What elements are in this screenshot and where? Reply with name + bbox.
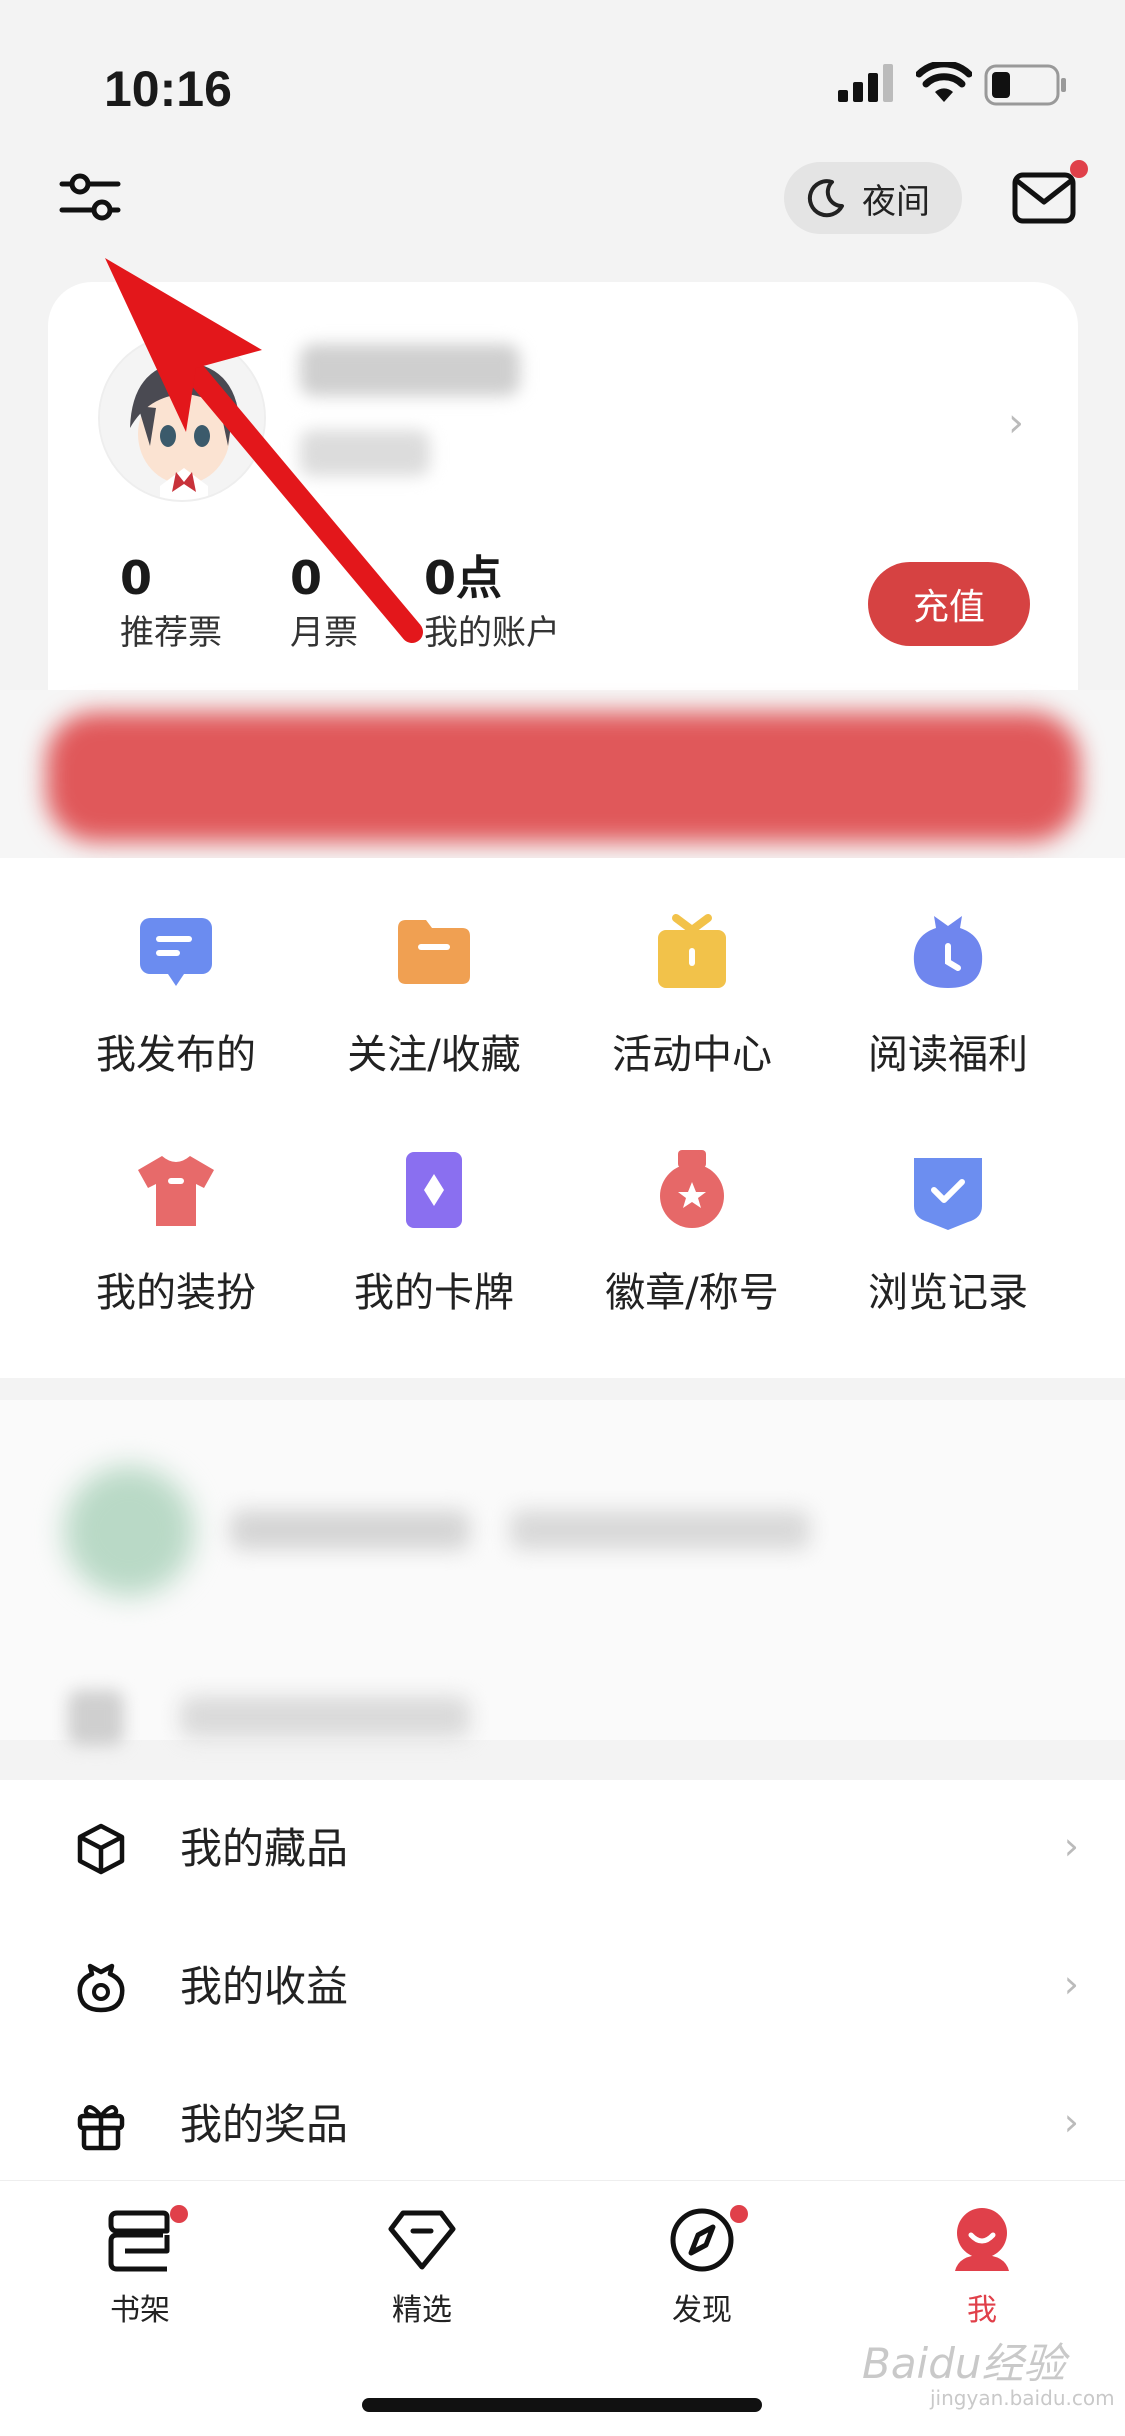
clock-bag-icon xyxy=(913,916,983,988)
coin-bag-icon xyxy=(77,1963,125,2013)
tab-label: 发现 xyxy=(672,2293,732,2328)
menu-list: 我的藏品 › 我的收益 › 我的奖品 › xyxy=(0,1780,1125,2200)
grid-item-badges-titles[interactable]: 徽章/称号 xyxy=(562,1148,822,1318)
gift-icon xyxy=(77,2105,125,2151)
grid-item-label: 我发布的 xyxy=(96,1032,256,1078)
avatar-image xyxy=(100,336,264,500)
medal-icon xyxy=(660,1150,724,1228)
profile-card[interactable]: › 0 推荐票 0 月票 0点 我的账户 充值 xyxy=(48,282,1078,692)
user-level-blurred xyxy=(300,430,430,476)
tab-label: 书架 xyxy=(110,2293,170,2328)
stat-my-account[interactable]: 0点 我的账户 xyxy=(424,550,560,660)
avatar[interactable] xyxy=(98,334,266,502)
tshirt-icon xyxy=(138,1156,214,1226)
grid-item-my-posts[interactable]: 我发布的 xyxy=(46,910,306,1080)
list-item-label: 我的藏品 xyxy=(180,1824,349,1873)
tab-me[interactable]: 我 xyxy=(902,2205,1062,2329)
cellular-signal-icon xyxy=(838,64,893,102)
grid-item-follow-favorites[interactable]: 关注/收藏 xyxy=(304,910,564,1080)
list-item-label: 我的奖品 xyxy=(180,2100,349,2149)
diamond-icon xyxy=(388,2210,456,2270)
grid-item-my-cards[interactable]: 我的卡牌 xyxy=(304,1148,564,1318)
profile-icon xyxy=(955,2208,1009,2271)
wifi-icon xyxy=(916,62,972,102)
stat-monthly-ticket[interactable]: 0 月票 xyxy=(290,550,358,660)
shield-check-icon xyxy=(914,1158,982,1230)
grid-item-label: 阅读福利 xyxy=(868,1032,1028,1078)
compass-icon xyxy=(670,2208,734,2272)
grid-item-label: 浏览记录 xyxy=(868,1270,1028,1316)
tab-featured[interactable]: 精选 xyxy=(342,2205,502,2329)
folder-icon xyxy=(398,920,470,984)
mail-badge xyxy=(1070,160,1088,178)
blurred-text xyxy=(510,1510,810,1550)
night-mode-button[interactable]: 夜间 xyxy=(784,162,962,234)
tab-badge xyxy=(170,2205,188,2223)
stat-label: 推荐票 xyxy=(120,613,222,653)
stat-label: 月票 xyxy=(290,613,358,653)
night-mode-label: 夜间 xyxy=(862,181,930,222)
grid-item-my-outfits[interactable]: 我的装扮 xyxy=(46,1148,306,1318)
watermark-url: jingyan.baidu.com xyxy=(930,2386,1115,2410)
tab-label: 精选 xyxy=(392,2293,452,2328)
chevron-right-icon: › xyxy=(1063,2100,1079,2144)
gift-box-icon xyxy=(658,914,726,988)
list-item-label: 我的收益 xyxy=(180,1962,349,2011)
chevron-right-icon: › xyxy=(1063,1962,1079,2006)
username-blurred xyxy=(300,344,520,396)
bookshelf-icon xyxy=(108,2210,170,2272)
status-bar: 10:16 xyxy=(0,0,1125,150)
grid-item-label: 徽章/称号 xyxy=(605,1270,779,1316)
grid-item-label: 我的装扮 xyxy=(96,1270,256,1316)
section-divider xyxy=(0,1378,1125,1400)
list-item-my-earnings[interactable]: 我的收益 › xyxy=(0,1918,1125,2056)
home-indicator[interactable] xyxy=(362,2398,762,2412)
tab-badge xyxy=(730,2205,748,2223)
blurred-avatar xyxy=(64,1466,194,1596)
grid-item-label: 我的卡牌 xyxy=(354,1270,514,1316)
chevron-right-icon: › xyxy=(1063,1824,1079,1868)
status-time: 10:16 xyxy=(104,61,232,117)
blurred-text xyxy=(230,1510,470,1550)
card-icon xyxy=(406,1152,462,1228)
stat-recommend-ticket[interactable]: 0 推荐票 xyxy=(120,550,222,660)
blurred-icon xyxy=(68,1690,124,1746)
mail-button[interactable] xyxy=(1012,160,1088,230)
tab-label: 我 xyxy=(967,2293,997,2328)
promo-banner-blurred[interactable] xyxy=(46,712,1080,842)
grid-item-reading-benefits[interactable]: 阅读福利 xyxy=(818,910,1078,1080)
tab-discover[interactable]: 发现 xyxy=(622,2205,782,2329)
settings-filter-icon[interactable] xyxy=(58,166,122,230)
function-grid: 我发布的 关注/收藏 活动中心 阅读福利 我的装扮 我的卡牌 徽章/称号 浏览记… xyxy=(0,858,1125,1378)
battery-icon xyxy=(984,64,1066,106)
grid-item-label: 关注/收藏 xyxy=(347,1032,521,1078)
grid-item-browse-history[interactable]: 浏览记录 xyxy=(818,1148,1078,1318)
tab-bookshelf[interactable]: 书架 xyxy=(60,2205,220,2329)
stat-label: 我的账户 xyxy=(424,613,560,653)
stat-value: 0 xyxy=(120,551,153,605)
moon-icon xyxy=(807,179,844,218)
list-item-my-collection[interactable]: 我的藏品 › xyxy=(0,1780,1125,1918)
cube-icon xyxy=(77,1823,125,1875)
list-item-my-prizes[interactable]: 我的奖品 › xyxy=(0,2056,1125,2194)
mail-icon xyxy=(1012,172,1076,224)
watermark-logo: Baidu经验 xyxy=(862,2339,1066,2388)
recharge-button[interactable]: 充值 xyxy=(868,562,1030,646)
chevron-right-icon[interactable]: › xyxy=(1008,400,1024,446)
grid-item-activity-center[interactable]: 活动中心 xyxy=(562,910,822,1080)
stat-value: 0点 xyxy=(424,551,503,605)
comment-icon xyxy=(140,918,212,986)
grid-item-label: 活动中心 xyxy=(612,1032,772,1078)
blurred-text xyxy=(180,1696,470,1738)
stat-value: 0 xyxy=(290,551,323,605)
